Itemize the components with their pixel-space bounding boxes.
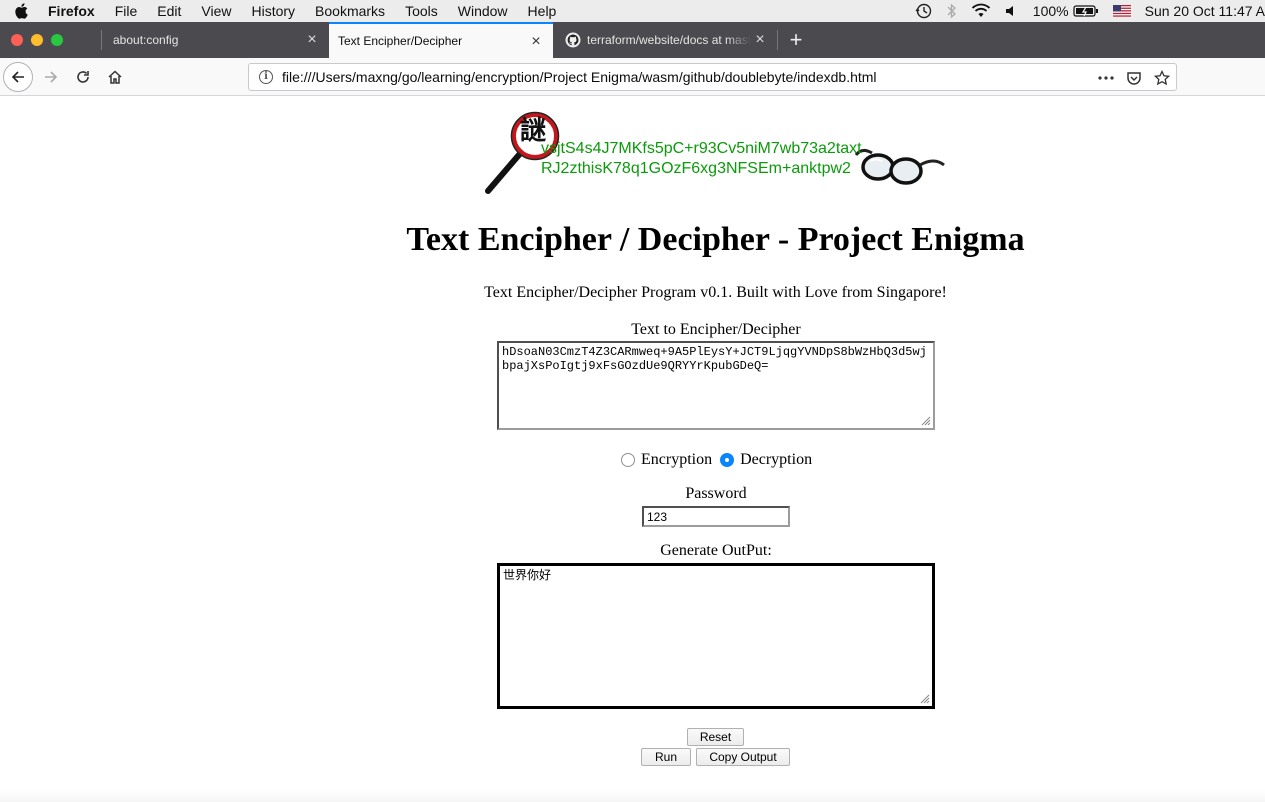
copy-output-button[interactable]: Copy Output (696, 748, 790, 766)
encryption-radio[interactable] (621, 453, 635, 467)
back-arrow-icon (11, 71, 24, 83)
battery-icon (1073, 5, 1098, 17)
wifi-icon[interactable] (971, 3, 991, 19)
time-machine-icon[interactable] (915, 3, 933, 19)
menu-window[interactable]: Window (458, 3, 508, 19)
menu-view[interactable]: View (201, 3, 231, 19)
url-text[interactable]: file:///Users/maxng/go/learning/encrypti… (282, 69, 877, 85)
macos-menu-bar: Firefox File Edit View History Bookmarks… (0, 0, 1265, 22)
menu-history[interactable]: History (251, 3, 295, 19)
encryption-label[interactable]: Encryption (641, 451, 712, 469)
enigma-logo: 謎 vsjtS4s4J7MKfs5pC+r93Cv5niM7wb73a2taxt… (484, 105, 946, 197)
forward-arrow-icon (45, 71, 58, 83)
pocket-icon[interactable] (1125, 69, 1143, 87)
page-title: Text Encipher / Decipher - Project Enigm… (406, 221, 1025, 258)
home-icon (108, 70, 122, 84)
page-content: 謎 vsjtS4s4J7MKfs5pC+r93Cv5niM7wb73a2taxt… (0, 97, 1265, 802)
back-button[interactable] (3, 62, 33, 92)
close-tab-icon[interactable]: × (305, 32, 319, 48)
us-flag-icon[interactable] (1112, 5, 1131, 17)
close-tab-icon[interactable]: × (753, 32, 767, 48)
input-label: Text to Encipher/Decipher (631, 321, 801, 338)
decryption-label[interactable]: Decryption (740, 451, 812, 469)
password-label: Password (685, 485, 747, 502)
tab-about-config[interactable]: about:config × (101, 22, 329, 58)
mode-radio-group: Encryption Decryption (621, 451, 812, 469)
page-actions-icon[interactable] (1097, 69, 1115, 87)
page-subtitle: Text Encipher/Decipher Program v0.1. Bui… (484, 284, 947, 301)
reset-button[interactable]: Reset (687, 728, 744, 746)
resize-grip-icon[interactable] (921, 416, 931, 426)
menu-tools[interactable]: Tools (405, 3, 438, 19)
battery-percent: 100% (1032, 3, 1069, 19)
url-bar[interactable]: i file:///Users/maxng/go/learning/encryp… (248, 63, 1177, 91)
menu-app-name[interactable]: Firefox (48, 3, 95, 19)
tab-label: about:config (113, 33, 179, 47)
page-bottom-fade (0, 790, 1265, 802)
menu-edit[interactable]: Edit (157, 3, 181, 19)
decryption-radio[interactable] (720, 453, 735, 467)
apple-icon[interactable] (14, 3, 28, 19)
volume-icon[interactable] (1005, 3, 1019, 19)
bookmark-star-icon[interactable] (1153, 69, 1171, 87)
run-button[interactable]: Run (641, 748, 691, 766)
maximize-window-button[interactable] (51, 34, 63, 46)
reload-button[interactable] (68, 62, 98, 92)
site-info-icon[interactable]: i (259, 70, 273, 84)
menu-bookmarks[interactable]: Bookmarks (315, 3, 385, 19)
menu-file[interactable]: File (115, 3, 138, 19)
close-window-button[interactable] (11, 34, 23, 46)
home-button[interactable] (100, 62, 130, 92)
battery-status[interactable]: 100% (1033, 3, 1099, 19)
tab-strip: about:config × Text Encipher/Decipher × … (0, 22, 1265, 58)
tab-terraform-docs[interactable]: terraform/website/docs at mast × (553, 22, 777, 58)
resize-grip-icon[interactable] (920, 694, 930, 704)
clock[interactable]: Sun 20 Oct 11:47 A (1145, 3, 1265, 19)
tab-text-encipher[interactable]: Text Encipher/Decipher × (329, 22, 553, 58)
output-label: Generate OutPut: (660, 542, 772, 559)
new-tab-button[interactable]: + (786, 29, 806, 51)
logo-cipher-line-1: vsjtS4s4J7MKfs5pC+r93Cv5niM7wb73a2taxt (541, 140, 862, 157)
output-textarea[interactable]: 世界你好 (497, 563, 935, 709)
reload-icon (77, 71, 89, 83)
bluetooth-icon[interactable] (947, 3, 957, 19)
tab-divider (101, 30, 102, 50)
forward-button[interactable] (36, 62, 66, 92)
tab-label: Text Encipher/Decipher (338, 34, 463, 48)
tab-divider (777, 30, 778, 50)
minimize-window-button[interactable] (31, 34, 43, 46)
logo-cipher-line-2: RJ2zthisK78q1GOzF6xg3NFSEm+anktpw2 (541, 160, 851, 177)
tab-label: terraform/website/docs at mast (587, 33, 752, 47)
password-input[interactable]: 123 (642, 506, 790, 527)
navigation-toolbar: i file:///Users/maxng/go/learning/encryp… (0, 58, 1265, 96)
close-tab-icon[interactable]: × (529, 34, 543, 50)
github-icon (565, 32, 581, 48)
menu-help[interactable]: Help (528, 3, 557, 19)
input-textarea[interactable]: hDsoaN03CmzT4Z3CARmweq+9A5PlEysY+JCT9Ljq… (497, 341, 935, 430)
